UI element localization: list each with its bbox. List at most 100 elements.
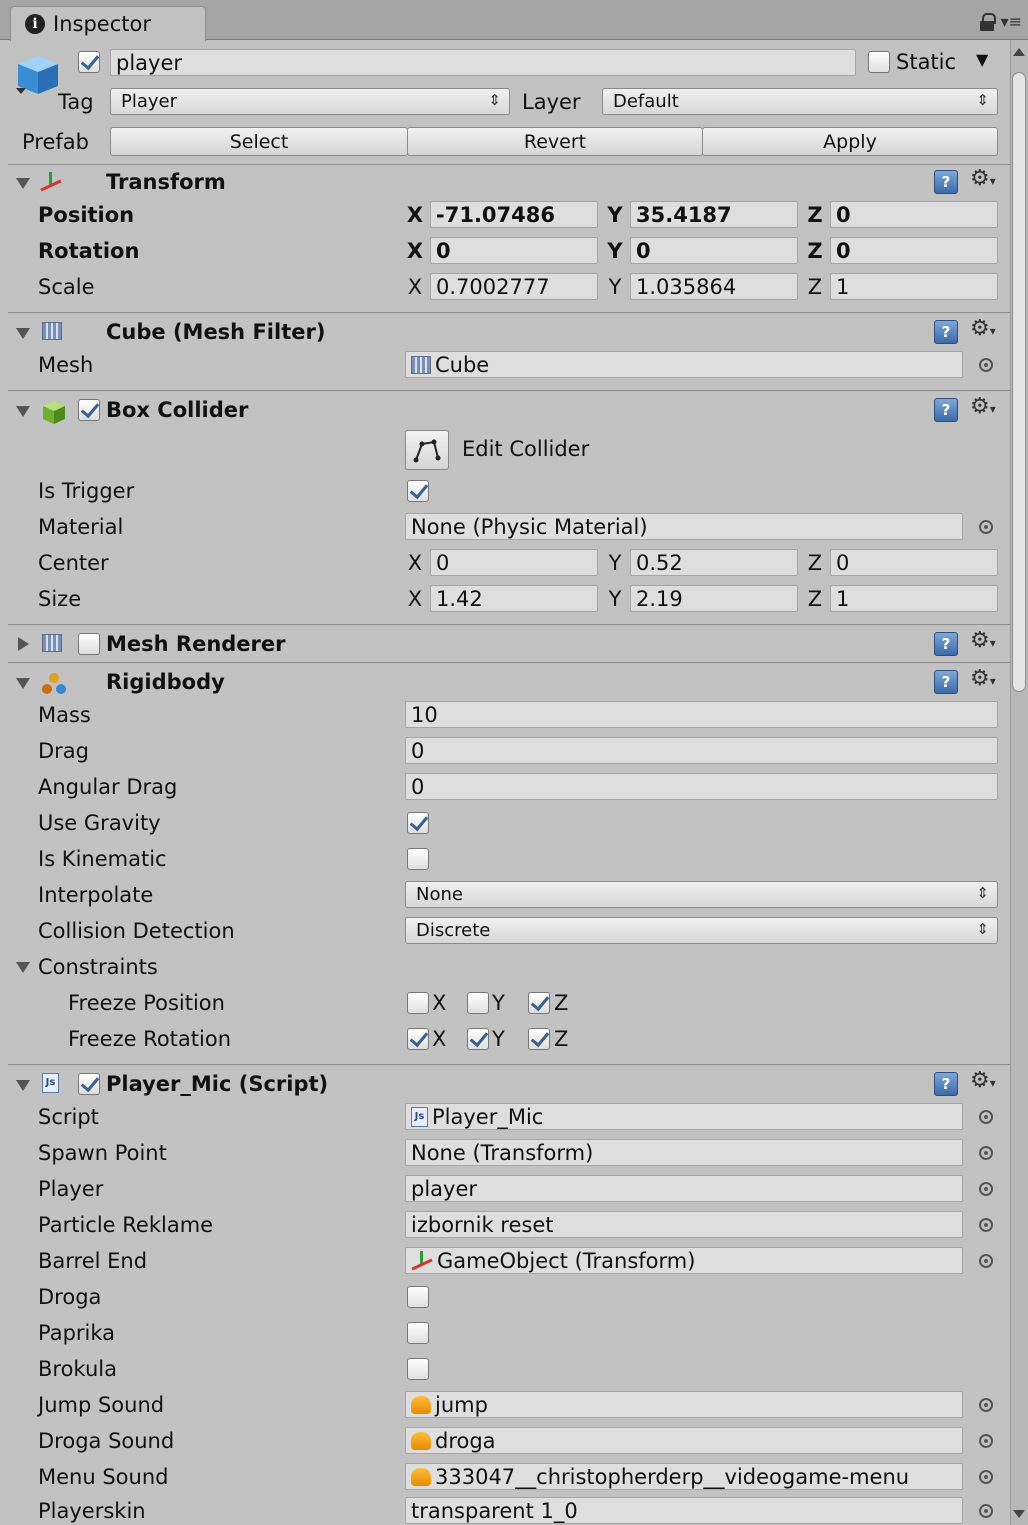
size-z-input[interactable]: 1	[830, 585, 998, 612]
particle-reklame-field[interactable]: izbornik reset	[405, 1211, 963, 1238]
script-value: Player_Mic	[432, 1104, 544, 1129]
drag-input[interactable]: 0	[405, 737, 998, 764]
interpolate-dropdown[interactable]: None	[405, 881, 998, 908]
freeze-position-x-checkbox[interactable]	[407, 992, 429, 1014]
size-x-input[interactable]: 1.42	[430, 585, 598, 612]
object-picker-icon[interactable]	[979, 1218, 993, 1232]
object-picker-icon[interactable]	[979, 1110, 993, 1124]
spawn-point-field[interactable]: None (Transform)	[405, 1139, 963, 1166]
collision-detection-label: Collision Detection	[38, 919, 235, 943]
gear-icon[interactable]: ⚙	[970, 394, 996, 419]
center-z-input[interactable]: 0	[830, 549, 998, 576]
script-field[interactable]: Js Player_Mic	[405, 1103, 963, 1130]
position-z-input[interactable]: 0	[830, 201, 998, 228]
object-name-input[interactable]: player	[110, 49, 856, 76]
freeze-position-z-checkbox[interactable]	[528, 992, 550, 1014]
box-collider-foldout-icon[interactable]	[16, 406, 30, 417]
edit-collider-button[interactable]	[405, 430, 449, 470]
material-field[interactable]: None (Physic Material)	[405, 513, 963, 540]
scale-x-input[interactable]: 0.7002777	[430, 273, 598, 300]
info-icon: i	[25, 14, 45, 34]
position-x-input[interactable]: -71.07486	[430, 201, 598, 228]
freeze-rotation-z-checkbox[interactable]	[528, 1028, 550, 1050]
freeze-rotation-y-checkbox[interactable]	[467, 1028, 489, 1050]
help-icon[interactable]: ?	[934, 632, 958, 656]
scale-y-input[interactable]: 1.035864	[630, 273, 798, 300]
gear-icon[interactable]: ⚙	[970, 166, 996, 191]
script-foldout-icon[interactable]	[16, 1080, 30, 1091]
static-dropdown-icon[interactable]: ▼	[976, 50, 988, 69]
mesh-filter-foldout-icon[interactable]	[16, 328, 30, 339]
object-picker-icon[interactable]	[979, 1504, 993, 1518]
scroll-up-icon[interactable]	[1013, 48, 1025, 56]
angular-drag-input[interactable]: 0	[405, 773, 998, 800]
help-icon[interactable]: ?	[934, 320, 958, 344]
prefab-revert-button[interactable]: Revert	[407, 127, 703, 156]
prefab-apply-button[interactable]: Apply	[702, 127, 998, 156]
script-enabled-checkbox[interactable]	[78, 1073, 100, 1095]
player-field[interactable]: player	[405, 1175, 963, 1202]
object-picker-icon[interactable]	[979, 1146, 993, 1160]
static-checkbox[interactable]	[868, 51, 890, 73]
mass-input[interactable]: 10	[405, 701, 998, 728]
tag-dropdown[interactable]: Player	[110, 88, 510, 115]
object-picker-icon[interactable]	[979, 1254, 993, 1268]
freeze-position-y-checkbox[interactable]	[467, 992, 489, 1014]
center-x-input[interactable]: 0	[430, 549, 598, 576]
transform-foldout-icon[interactable]	[16, 178, 30, 189]
collision-detection-dropdown[interactable]: Discrete	[405, 917, 998, 944]
size-y-input[interactable]: 2.19	[630, 585, 798, 612]
prefab-select-button[interactable]: Select	[110, 127, 408, 156]
droga-sound-field[interactable]: droga	[405, 1427, 963, 1454]
mesh-renderer-enabled-checkbox[interactable]	[78, 633, 100, 655]
use-gravity-checkbox[interactable]	[407, 812, 429, 834]
scale-z-input[interactable]: 1	[830, 273, 998, 300]
jump-sound-label: Jump Sound	[38, 1393, 165, 1417]
rotation-y-input[interactable]: 0	[630, 237, 798, 264]
object-picker-icon[interactable]	[979, 520, 993, 534]
rotation-x-input[interactable]: 0	[430, 237, 598, 264]
scrollbar-thumb[interactable]	[1012, 72, 1026, 692]
gear-icon[interactable]: ⚙	[970, 666, 996, 691]
scroll-down-icon[interactable]	[1013, 1510, 1025, 1518]
brokula-checkbox[interactable]	[407, 1358, 429, 1380]
help-icon[interactable]: ?	[934, 398, 958, 422]
help-icon[interactable]: ?	[934, 170, 958, 194]
help-icon[interactable]: ?	[934, 1072, 958, 1096]
object-picker-icon[interactable]	[979, 358, 993, 372]
rigidbody-foldout-icon[interactable]	[16, 678, 30, 689]
lock-icon[interactable]	[979, 12, 996, 31]
paprika-checkbox[interactable]	[407, 1322, 429, 1344]
layer-dropdown[interactable]: Default	[602, 88, 998, 115]
playerskin-field[interactable]: transparent 1_0	[405, 1497, 963, 1524]
object-picker-icon[interactable]	[979, 1398, 993, 1412]
center-y-input[interactable]: 0.52	[630, 549, 798, 576]
tab-inspector[interactable]: i Inspector	[10, 6, 206, 41]
mesh-field[interactable]: Cube	[405, 351, 963, 378]
object-picker-icon[interactable]	[979, 1470, 993, 1484]
gear-icon[interactable]: ⚙	[970, 628, 996, 653]
droga-checkbox[interactable]	[407, 1286, 429, 1308]
is-trigger-checkbox[interactable]	[407, 480, 429, 502]
object-picker-icon[interactable]	[979, 1182, 993, 1196]
constraints-foldout-icon[interactable]	[16, 962, 30, 973]
mesh-renderer-foldout-icon[interactable]	[18, 637, 29, 651]
rotation-z-input[interactable]: 0	[830, 237, 998, 264]
axis-y-label: Y	[608, 275, 622, 299]
active-checkbox[interactable]	[78, 51, 100, 73]
menu-sound-field[interactable]: 333047__christopherderp__videogame-menu	[405, 1463, 963, 1490]
freeze-rotation-x-checkbox[interactable]	[407, 1028, 429, 1050]
box-collider-enabled-checkbox[interactable]	[78, 399, 100, 421]
is-kinematic-checkbox[interactable]	[407, 848, 429, 870]
gear-icon[interactable]: ⚙	[970, 316, 996, 341]
jump-sound-field[interactable]: jump	[405, 1391, 963, 1418]
axis-x-label: X	[407, 587, 423, 611]
help-icon[interactable]: ?	[934, 670, 958, 694]
position-y-input[interactable]: 35.4187	[630, 201, 798, 228]
tab-bar: i Inspector ▾≡	[0, 0, 1028, 41]
menu-icon[interactable]: ▾≡	[1001, 12, 1022, 31]
javascript-icon: Js	[411, 1106, 428, 1127]
object-picker-icon[interactable]	[979, 1434, 993, 1448]
gear-icon[interactable]: ⚙	[970, 1068, 996, 1093]
barrel-end-field[interactable]: GameObject (Transform)	[405, 1247, 963, 1274]
